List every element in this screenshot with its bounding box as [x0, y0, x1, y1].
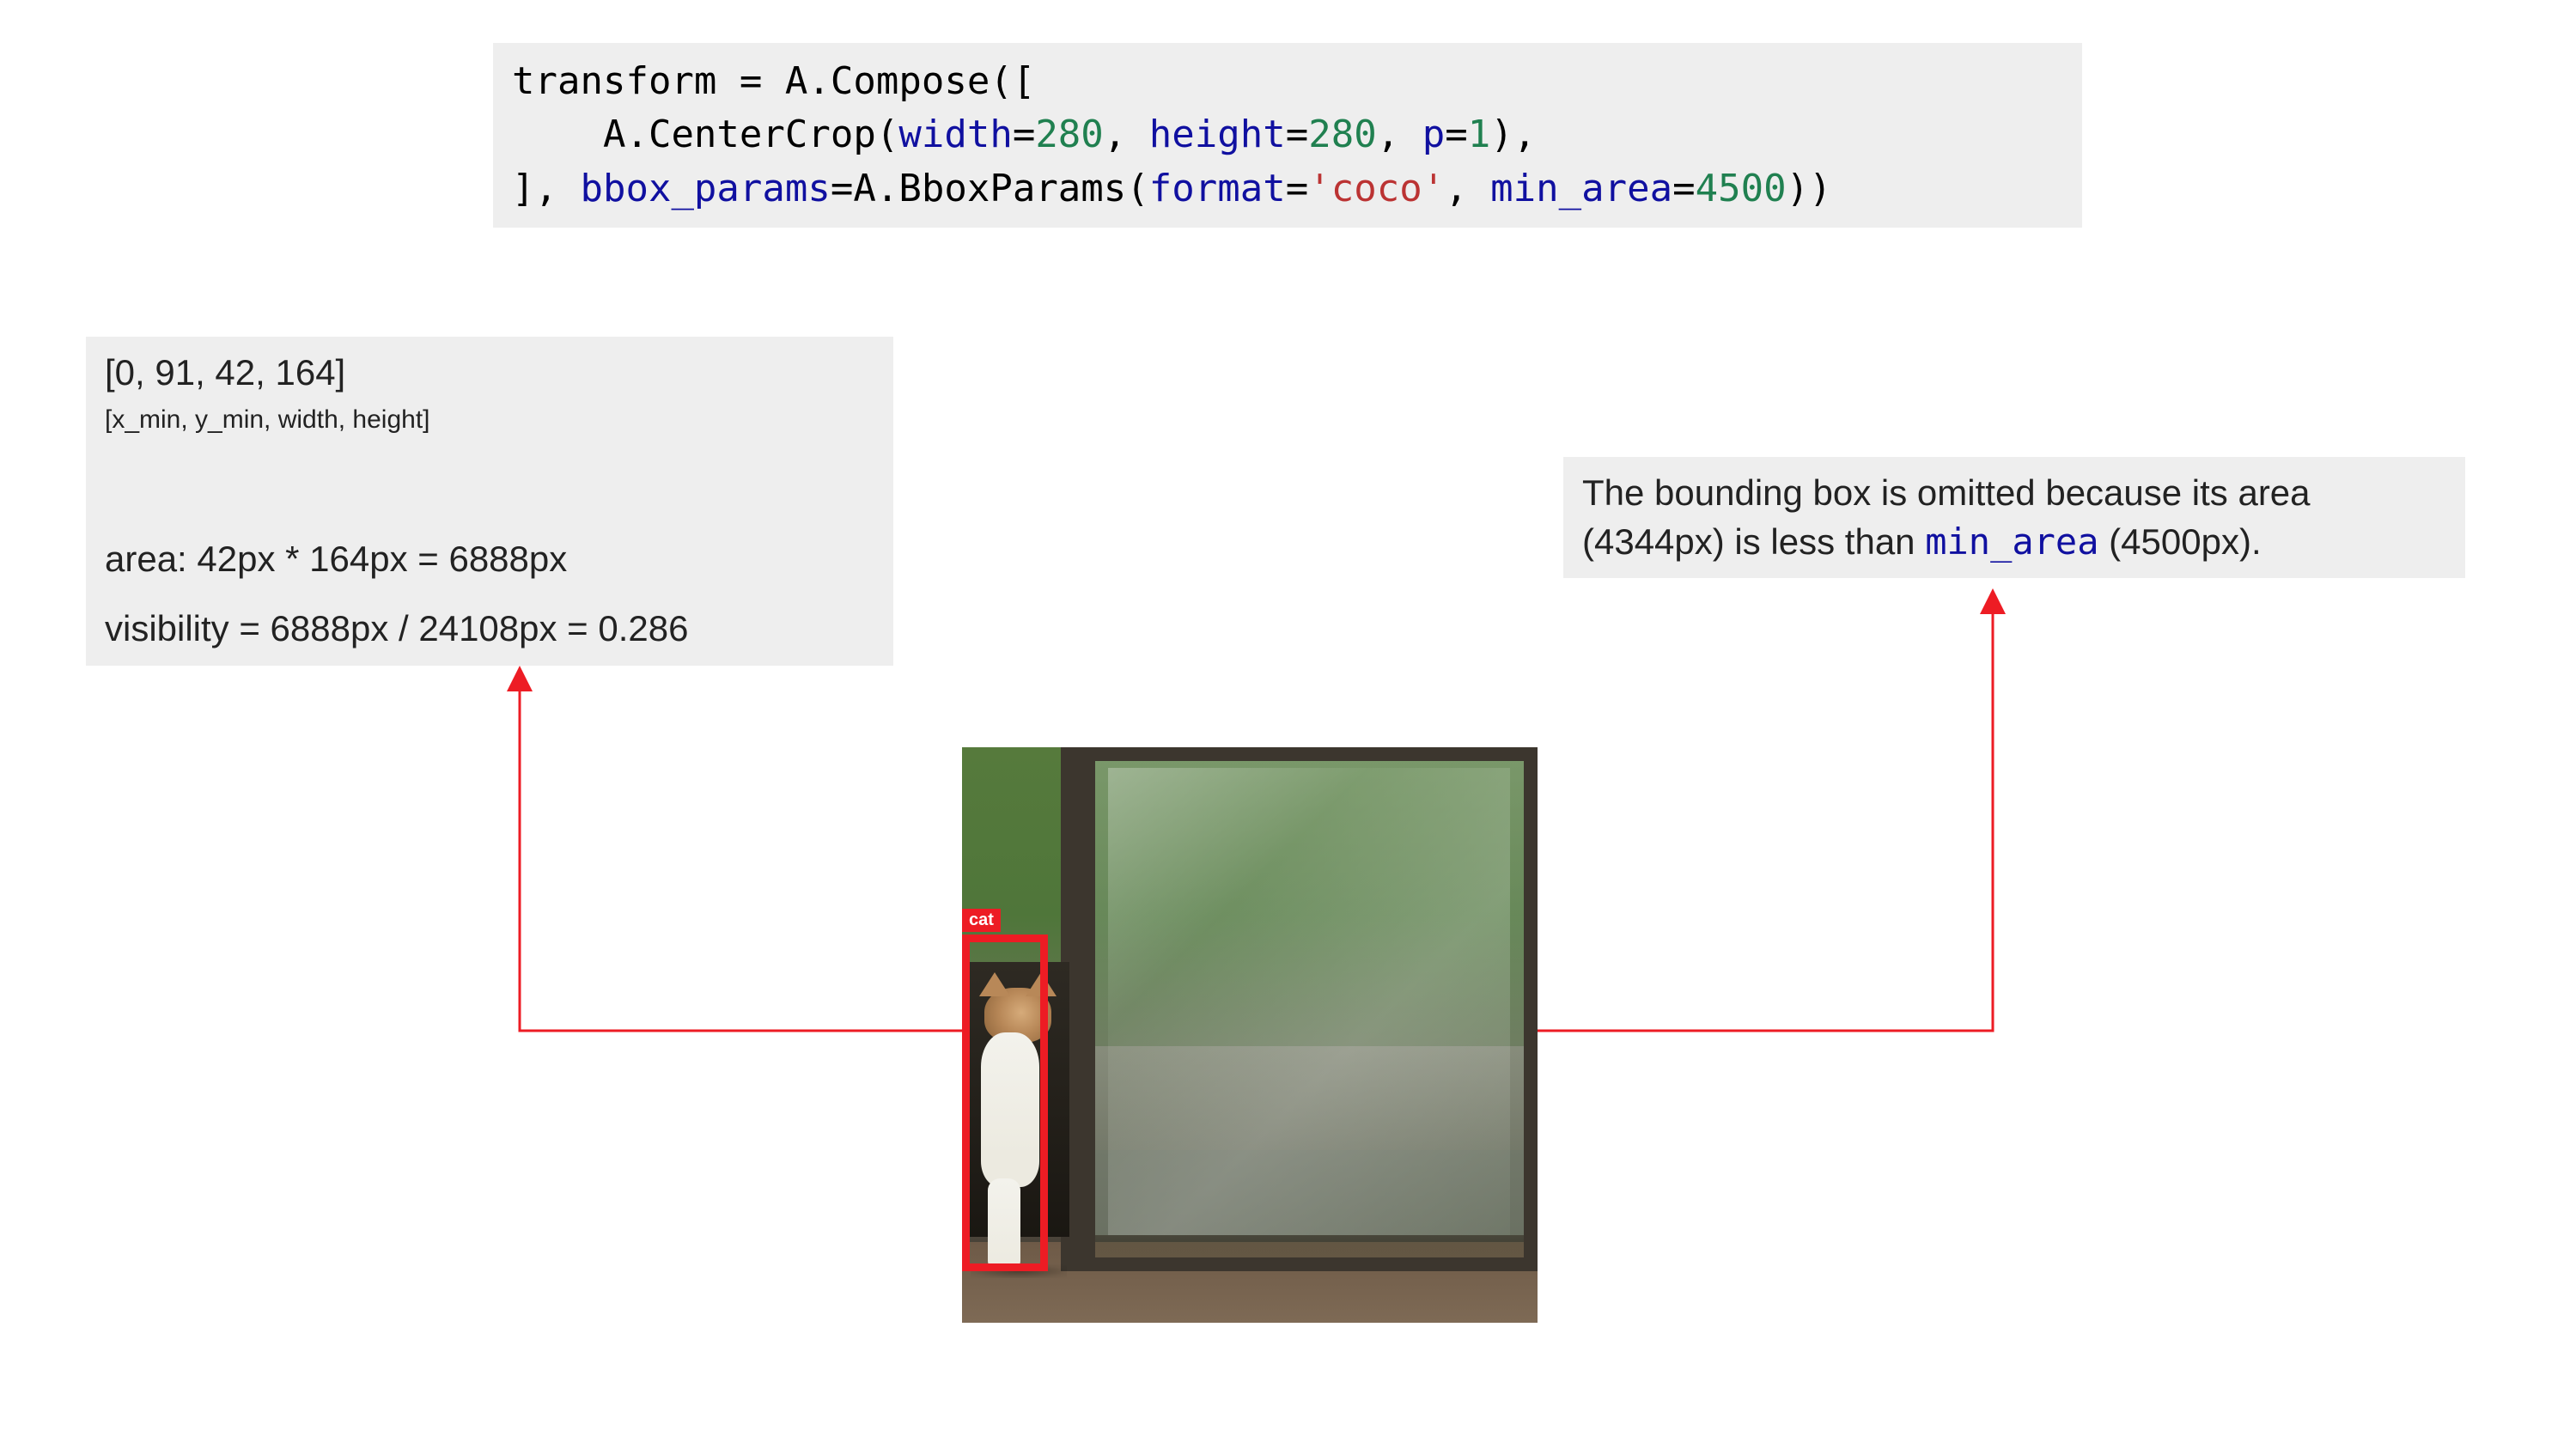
right-line2b: (4500px). [2099, 521, 2262, 562]
bbox-format-text: [x_min, y_min, width, height] [105, 403, 874, 438]
right-info-box: The bounding box is omitted because its … [1563, 457, 2465, 578]
right-line2a: (4344px) is less than [1582, 521, 1925, 562]
visibility-line: visibility = 6888px / 24108px = 0.286 [105, 605, 874, 654]
min-area-code: min_area [1925, 521, 2098, 563]
bounding-box-rect [962, 935, 1048, 1271]
bounding-box-label: cat [962, 909, 1001, 932]
area-line: area: 42px * 164px = 6888px [105, 535, 874, 584]
code-block: transform = A.Compose([ A.CenterCrop(wid… [493, 43, 2082, 228]
left-info-box: [0, 91, 42, 164] [x_min, y_min, width, h… [86, 337, 893, 666]
right-line1: The bounding box is omitted because its … [1582, 472, 2311, 513]
bbox-coords-text: [0, 91, 42, 164] [105, 349, 874, 398]
image-panel: cat [962, 747, 1538, 1323]
